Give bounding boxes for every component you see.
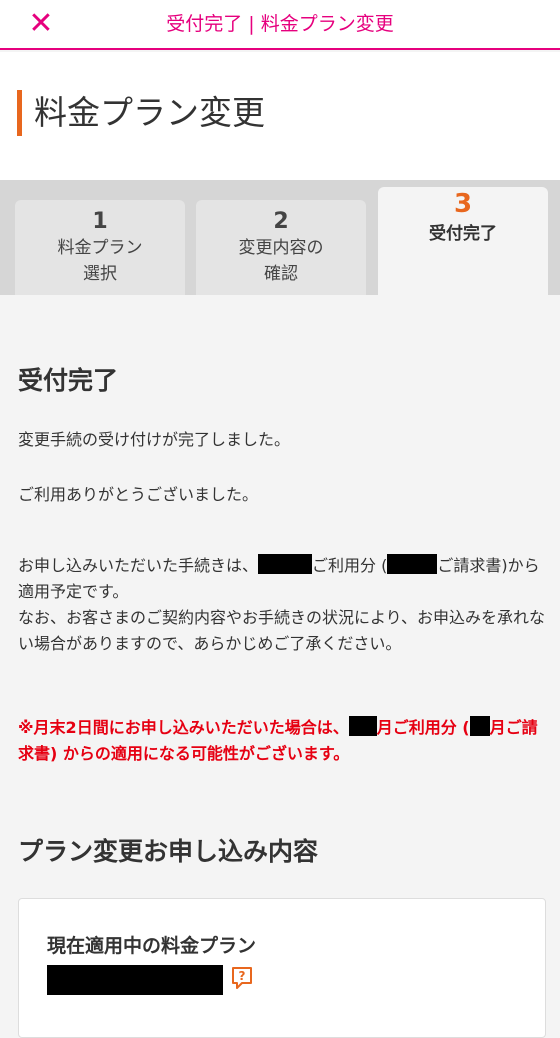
step-2-tab: 2 変更内容の 確認 [196, 200, 366, 295]
step-number: 2 [273, 209, 289, 234]
top-bar-title: 受付完了 | 料金プラン変更 [166, 13, 394, 35]
step-3-tab-current: 3 受付完了 [378, 187, 548, 295]
redacted-month [348, 716, 377, 736]
warning-text: 月ご利用分 ( [376, 718, 470, 737]
notice-text: なお、お客さまのご契約内容やお手続きの状況により、お申込みを承れない場合がありま… [18, 608, 546, 653]
page-title: 料金プラン変更 [34, 93, 265, 132]
current-plan-label: 現在適用中の料金プラン [47, 935, 257, 957]
redacted-month [387, 554, 438, 574]
step-label: 受付完了 [429, 224, 497, 244]
redacted-plan-name [47, 965, 223, 995]
redacted-month [469, 716, 490, 736]
page-header: 料金プラン変更 [0, 52, 560, 180]
completion-message: 変更手続の受け付けが完了しました。 [18, 430, 291, 449]
application-notice: お申し込みいただいた手続きは、 ご利用分 (ご請求書)から適用予定です。 なお、お… [18, 553, 546, 657]
title-accent-bar [17, 90, 22, 136]
month-end-warning: ※月末2日間にお申し込みいただいた場合は、 月ご利用分 (月ご請求書) からの適用… [18, 715, 546, 767]
summary-heading: プラン変更お申し込み内容 [18, 837, 319, 866]
top-bar: ✕ 受付完了 | 料金プラン変更 [0, 0, 560, 50]
step-label: 料金プラン 選択 [57, 238, 143, 284]
step-number: 3 [453, 189, 473, 219]
thanks-message: ご利用ありがとうございました。 [18, 485, 259, 504]
step-number: 1 [92, 209, 108, 234]
step-indicator: 1 料金プラン 選択 2 変更内容の 確認 3 受付完了 [0, 180, 560, 295]
notice-text: お申し込みいただいた手続きは、 [18, 556, 259, 575]
current-plan-card: 現在適用中の料金プラン ? [18, 898, 546, 1038]
notice-text: ご利用分 ( [312, 556, 388, 575]
step-label: 変更内容の 確認 [238, 238, 324, 284]
svg-text:?: ? [239, 969, 246, 983]
main-content: 受付完了 変更手続の受け付けが完了しました。 ご利用ありがとうございました。 お… [0, 295, 560, 1038]
help-question-icon[interactable]: ? [231, 966, 253, 990]
receipt-heading: 受付完了 [18, 366, 119, 395]
redacted-month [258, 554, 313, 574]
warning-text: ※月末2日間にお申し込みいただいた場合は、 [18, 718, 349, 737]
step-1-tab: 1 料金プラン 選択 [15, 200, 185, 295]
